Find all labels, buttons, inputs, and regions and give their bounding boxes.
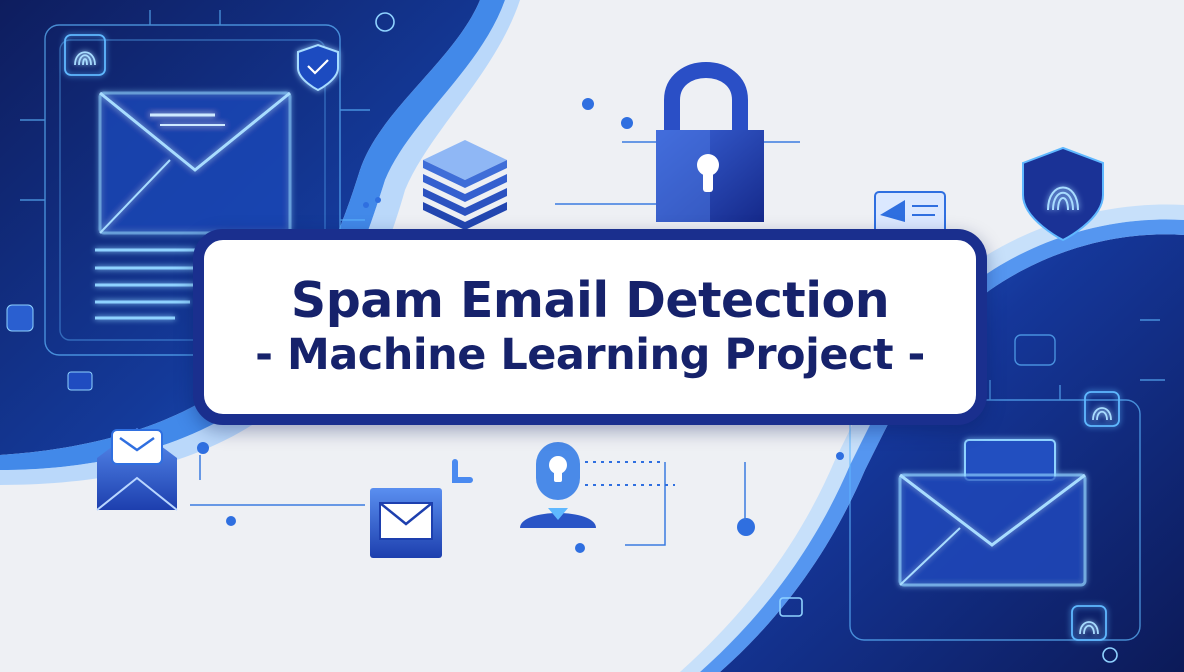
left-envelope-icon [98,91,292,235]
card-icon [874,191,946,235]
banner: Spam Email Detection - Machine Learning … [0,0,1184,672]
title-card: Spam Email Detection - Machine Learning … [193,229,987,425]
dashed-connectors [585,461,675,486]
database-stack-icon [423,140,507,230]
envelope-icon [370,488,442,558]
user-icon [520,442,596,528]
title-main: Spam Email Detection [290,272,890,330]
small-figure-icon [452,459,473,483]
title-subtitle: - Machine Learning Project - [255,330,925,381]
padlock-icon [656,62,764,222]
